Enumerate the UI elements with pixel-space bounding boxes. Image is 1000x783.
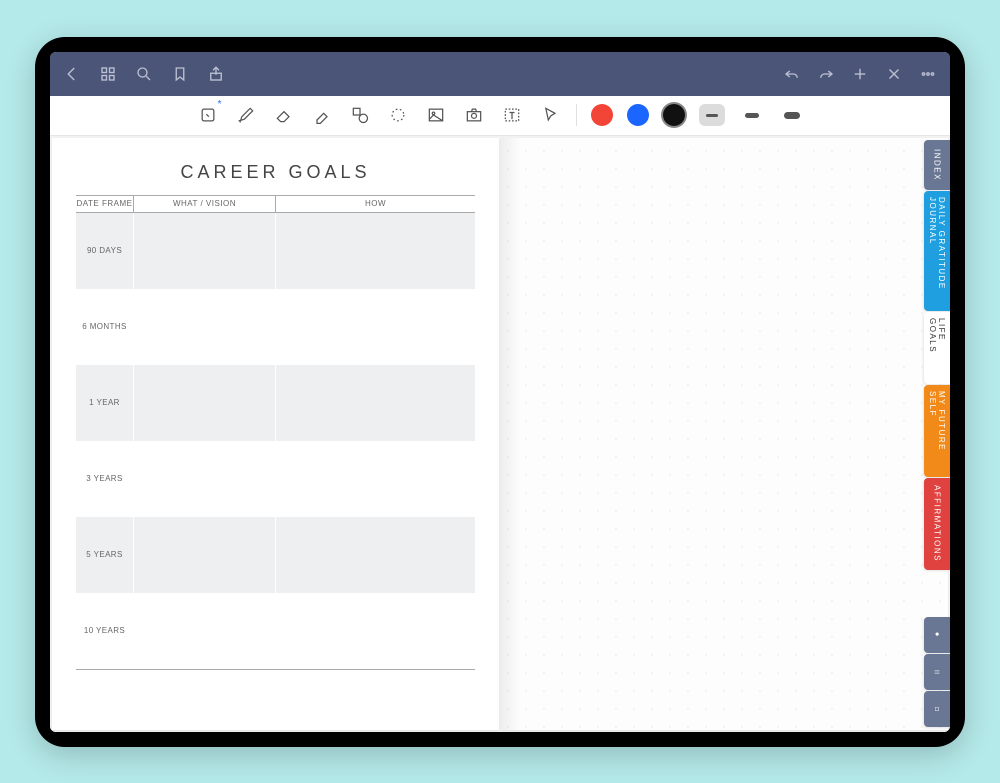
cell-what[interactable] — [134, 289, 276, 365]
redo-icon[interactable] — [816, 64, 836, 84]
page-right[interactable] — [501, 138, 948, 730]
back-icon[interactable] — [62, 64, 82, 84]
grid-icon[interactable] — [98, 64, 118, 84]
cell-how[interactable] — [276, 365, 475, 441]
camera-tool-icon[interactable] — [462, 103, 486, 127]
header-how: HOW — [276, 196, 475, 212]
table-row[interactable]: 3 YEARS — [76, 441, 475, 517]
row-label: 90 DAYS — [76, 213, 134, 289]
row-label: 10 YEARS — [76, 593, 134, 669]
table-row[interactable]: 5 YEARS — [76, 517, 475, 593]
color-black[interactable] — [663, 104, 685, 126]
tab-square-icon[interactable] — [924, 691, 950, 727]
highlighter-tool-icon[interactable] — [310, 103, 334, 127]
header-what: WHAT / VISION — [134, 196, 276, 212]
undo-icon[interactable] — [782, 64, 802, 84]
document-area: CAREER GOALS DATE FRAME WHAT / VISION HO… — [50, 136, 950, 732]
row-label: 1 YEAR — [76, 365, 134, 441]
stroke-thick[interactable] — [779, 104, 805, 126]
color-red[interactable] — [591, 104, 613, 126]
close-icon[interactable] — [884, 64, 904, 84]
side-tabs: INDEX DAILY GRATITUDE JOURNAL LIFE GOALS… — [924, 140, 950, 728]
text-tool-icon[interactable] — [500, 103, 524, 127]
page-left[interactable]: CAREER GOALS DATE FRAME WHAT / VISION HO… — [52, 138, 499, 730]
tab-index[interactable]: INDEX — [924, 140, 950, 190]
tab-menu-icon[interactable] — [924, 654, 950, 690]
toolbar-separator — [576, 104, 577, 126]
tablet-frame: CAREER GOALS DATE FRAME WHAT / VISION HO… — [35, 37, 965, 747]
tab-future-self[interactable]: MY FUTURE SELF — [924, 385, 950, 477]
eraser-tool-icon[interactable] — [272, 103, 296, 127]
table-row[interactable]: 6 MONTHS — [76, 289, 475, 365]
tab-dot[interactable]: • — [924, 617, 950, 653]
pointer-tool-icon[interactable] — [538, 103, 562, 127]
tab-life-goals[interactable]: LIFE GOALS — [924, 312, 950, 384]
page-title: CAREER GOALS — [76, 162, 475, 183]
cell-how[interactable] — [276, 593, 475, 669]
header-date-frame: DATE FRAME — [76, 196, 134, 212]
lasso-tool-icon[interactable] — [386, 103, 410, 127]
table-row[interactable]: 1 YEAR — [76, 365, 475, 441]
stroke-thin[interactable] — [699, 104, 725, 126]
cell-what[interactable] — [134, 517, 276, 593]
row-label: 3 YEARS — [76, 441, 134, 517]
row-label: 6 MONTHS — [76, 289, 134, 365]
stroke-medium[interactable] — [739, 104, 765, 126]
cell-what[interactable] — [134, 441, 276, 517]
shape-tool-icon[interactable] — [348, 103, 372, 127]
row-label: 5 YEARS — [76, 517, 134, 593]
search-icon[interactable] — [134, 64, 154, 84]
cell-what[interactable] — [134, 213, 276, 289]
cell-what[interactable] — [134, 593, 276, 669]
edit-toolbar — [50, 96, 950, 136]
tab-affirmations[interactable]: AFFIRMATIONS — [924, 478, 950, 570]
share-icon[interactable] — [206, 64, 226, 84]
nav-toolbar — [50, 52, 950, 96]
table-row[interactable]: 10 YEARS — [76, 593, 475, 669]
table-header: DATE FRAME WHAT / VISION HOW — [76, 195, 475, 213]
pen-tool-icon[interactable] — [234, 103, 258, 127]
more-icon[interactable] — [918, 64, 938, 84]
cell-how[interactable] — [276, 289, 475, 365]
cell-how[interactable] — [276, 517, 475, 593]
tab-gratitude[interactable]: DAILY GRATITUDE JOURNAL — [924, 191, 950, 311]
screen: CAREER GOALS DATE FRAME WHAT / VISION HO… — [50, 52, 950, 732]
add-icon[interactable] — [850, 64, 870, 84]
table-row[interactable]: 90 DAYS — [76, 213, 475, 289]
bookmark-icon[interactable] — [170, 64, 190, 84]
cell-how[interactable] — [276, 441, 475, 517]
cell-what[interactable] — [134, 365, 276, 441]
readonly-toggle-icon[interactable] — [196, 103, 220, 127]
image-tool-icon[interactable] — [424, 103, 448, 127]
color-blue[interactable] — [627, 104, 649, 126]
goals-table: DATE FRAME WHAT / VISION HOW 90 DAYS 6 M… — [76, 195, 475, 670]
cell-how[interactable] — [276, 213, 475, 289]
